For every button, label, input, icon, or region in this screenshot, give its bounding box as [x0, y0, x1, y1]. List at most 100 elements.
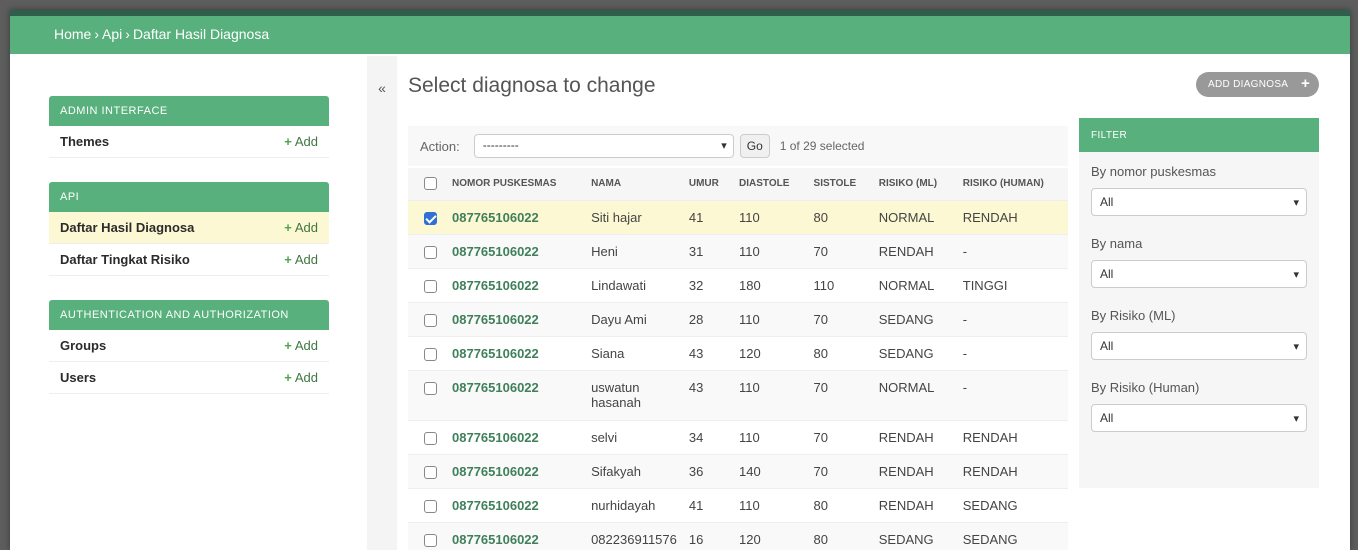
add-groups-link[interactable]: + Add: [284, 338, 318, 353]
add-diagnosa-button[interactable]: ADD DIAGNOSA +: [1196, 72, 1319, 97]
row-select-cell: [408, 200, 446, 235]
sidebar-item-daftar-tingkat-risiko: Daftar Tingkat Risiko + Add: [49, 244, 329, 276]
column-header[interactable]: RISIKO (ML): [872, 168, 957, 201]
add-label: Add: [294, 252, 318, 267]
row-checkbox[interactable]: [424, 533, 437, 547]
chevron-down-icon: ▾: [721, 140, 727, 152]
cell-nama: nurhidayah: [585, 488, 683, 523]
sidebar-item-label[interactable]: Themes: [60, 134, 109, 149]
cell-umur: 41: [682, 200, 734, 235]
breadcrumb-separator: ›: [125, 26, 130, 42]
cell-nama: selvi: [585, 420, 683, 455]
breadcrumb-home[interactable]: Home: [54, 26, 91, 42]
cell-diastole: 140: [733, 454, 808, 489]
sidebar-item-label[interactable]: Daftar Tingkat Risiko: [60, 252, 190, 267]
filter-nama: By nama All ▾: [1079, 236, 1319, 288]
action-label: Action:: [420, 138, 460, 154]
module-header[interactable]: AUTHENTICATION AND AUTHORIZATION: [49, 300, 329, 330]
filter-panel: FILTER By nomor puskesmas All ▾ By nama A…: [1079, 118, 1319, 488]
filter-select[interactable]: All ▾: [1091, 188, 1307, 216]
cell-nomor-puskesmas[interactable]: 087765106022: [446, 200, 586, 235]
row-checkbox[interactable]: [424, 279, 437, 293]
column-header[interactable]: UMUR: [682, 168, 734, 201]
cell-umur: 32: [682, 268, 734, 303]
column-header[interactable]: DIASTOLE: [733, 168, 808, 201]
filter-select[interactable]: All ▾: [1091, 332, 1307, 360]
cell-diastole: 120: [733, 336, 808, 371]
cell-sistole: 70: [807, 234, 873, 269]
cell-risiko-human: RENDAH: [956, 454, 1068, 489]
cell-nomor-puskesmas[interactable]: 087765106022: [446, 268, 586, 303]
row-select-cell: [408, 370, 446, 421]
sidebar-item-themes: Themes + Add: [49, 126, 329, 158]
cell-risiko-ml: RENDAH: [872, 454, 957, 489]
cell-nama: uswatun hasanah: [585, 370, 683, 421]
table-row: 087765106022 Heni 31 110 70 RENDAH -: [408, 234, 1068, 269]
cell-sistole: 70: [807, 420, 873, 455]
page-title: Select diagnosa to change: [408, 74, 656, 97]
result-table: NOMOR PUSKESMAS NAMA UMUR DIASTOLE SISTO…: [408, 168, 1068, 550]
cell-nomor-puskesmas[interactable]: 087765106022: [446, 522, 586, 550]
cell-nomor-puskesmas[interactable]: 087765106022: [446, 420, 586, 455]
collapse-sidebar-button[interactable]: «: [367, 56, 397, 550]
row-checkbox[interactable]: [424, 347, 437, 361]
column-header[interactable]: RISIKO (HUMAN): [956, 168, 1068, 201]
table-row: 087765106022 nurhidayah 41 110 80 RENDAH SEDAN…: [408, 488, 1068, 523]
cell-nama: Lindawati: [585, 268, 683, 303]
cell-nomor-puskesmas[interactable]: 087765106022: [446, 336, 586, 371]
row-checkbox[interactable]: [424, 499, 437, 513]
add-tingkat-risiko-link[interactable]: + Add: [284, 252, 318, 267]
select-all-checkbox[interactable]: [424, 177, 437, 191]
cell-risiko-human: SEDANG: [956, 522, 1068, 550]
cell-risiko-ml: SEDANG: [872, 336, 957, 371]
go-button[interactable]: Go: [739, 134, 770, 158]
cell-diastole: 110: [733, 234, 808, 269]
cell-nomor-puskesmas[interactable]: 087765106022: [446, 454, 586, 489]
chevron-down-icon: ▾: [1293, 269, 1299, 281]
breadcrumb: Home › Api › Daftar Hasil Diagnosa: [10, 16, 1350, 54]
cell-risiko-ml: NORMAL: [872, 370, 957, 421]
sidebar-item-label[interactable]: Groups: [60, 338, 106, 353]
add-label: Add: [294, 134, 318, 149]
module-header[interactable]: API: [49, 182, 329, 212]
cell-umur: 34: [682, 420, 734, 455]
cell-nomor-puskesmas[interactable]: 087765106022: [446, 302, 586, 337]
row-checkbox[interactable]: [424, 465, 437, 479]
filter-select[interactable]: All ▾: [1091, 404, 1307, 432]
add-users-link[interactable]: + Add: [284, 370, 318, 385]
cell-umur: 16: [682, 522, 734, 550]
table-header-row: NOMOR PUSKESMAS NAMA UMUR DIASTOLE SISTO…: [408, 168, 1068, 201]
row-checkbox[interactable]: [424, 313, 437, 327]
cell-nomor-puskesmas[interactable]: 087765106022: [446, 488, 586, 523]
double-chevron-left-icon: «: [378, 80, 386, 96]
actions-bar: Action: --------- ▾ Go 1 of 29 selected: [408, 126, 1068, 166]
breadcrumb-api[interactable]: Api: [102, 26, 122, 42]
row-checkbox[interactable]: [424, 431, 437, 445]
add-diagnosa-link[interactable]: + Add: [284, 220, 318, 235]
breadcrumb-separator: ›: [94, 26, 100, 42]
module-header[interactable]: ADMIN INTERFACE: [49, 96, 329, 126]
cell-risiko-ml: SEDANG: [872, 302, 957, 337]
cell-nomor-puskesmas[interactable]: 087765106022: [446, 234, 586, 269]
cell-diastole: 110: [733, 370, 808, 421]
filter-select[interactable]: All ▾: [1091, 260, 1307, 288]
table-row: 087765106022 Lindawati 32 180 110 NORMAL TINGG…: [408, 268, 1068, 303]
row-checkbox[interactable]: [424, 381, 437, 395]
row-checkbox[interactable]: [424, 245, 437, 259]
sidebar-item-label[interactable]: Users: [60, 370, 96, 385]
cell-sistole: 70: [807, 302, 873, 337]
column-header[interactable]: NAMA: [585, 168, 683, 201]
sidebar-item-users: Users + Add: [49, 362, 329, 394]
column-header[interactable]: SISTOLE: [807, 168, 873, 201]
breadcrumb-current: Daftar Hasil Diagnosa: [132, 26, 270, 42]
cell-diastole: 110: [733, 200, 808, 235]
sidebar-item-label[interactable]: Daftar Hasil Diagnosa: [60, 220, 194, 235]
filter-label: By Risiko (Human): [1091, 380, 1200, 395]
plus-icon: +: [284, 370, 292, 385]
plus-icon: +: [284, 252, 292, 267]
cell-nomor-puskesmas[interactable]: 087765106022: [446, 370, 586, 421]
row-checkbox[interactable]: [424, 211, 437, 225]
add-themes-link[interactable]: + Add: [284, 134, 318, 149]
action-select[interactable]: --------- ▾: [473, 134, 734, 158]
column-header[interactable]: NOMOR PUSKESMAS: [446, 168, 586, 201]
